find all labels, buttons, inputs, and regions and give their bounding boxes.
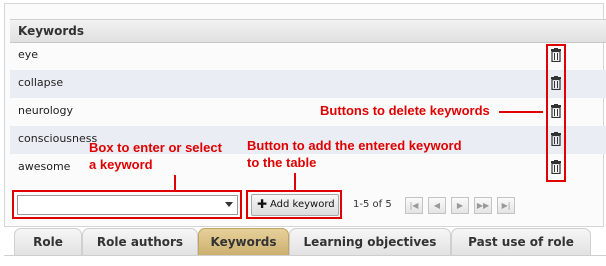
delete-buttons-highlight bbox=[546, 44, 566, 182]
keywords-table-header: Keywords bbox=[10, 19, 606, 43]
tab-baseline bbox=[4, 255, 606, 256]
plus-icon: ✚ bbox=[257, 197, 268, 211]
keywords-column-header: Keywords bbox=[18, 24, 85, 38]
tab-bar: Role Role authors Keywords Learning obje… bbox=[6, 228, 606, 256]
prev-page-icon[interactable]: ◀ bbox=[428, 197, 446, 214]
tab-learning-objectives[interactable]: Learning objectives bbox=[289, 228, 451, 256]
tab-role[interactable]: Role bbox=[14, 228, 82, 256]
keyword-cell: awesome bbox=[18, 160, 71, 173]
add-annotation-label-2: to the table bbox=[247, 155, 317, 170]
add-annotation-pointer bbox=[294, 173, 296, 190]
pager-info: 1-5 of 5 bbox=[353, 199, 392, 210]
keyword-cell: neurology bbox=[18, 104, 73, 117]
delete-annotation-pointer bbox=[499, 111, 543, 113]
tab-role-authors[interactable]: Role authors bbox=[82, 228, 198, 256]
add-keyword-label: Add keyword bbox=[270, 199, 335, 210]
box-annotation-label-1: Box to enter or select bbox=[89, 140, 222, 155]
keyword-cell: eye bbox=[18, 48, 39, 61]
delete-annotation-label: Buttons to delete keywords bbox=[320, 103, 490, 118]
box-annotation-pointer bbox=[174, 175, 176, 190]
next-page-icon[interactable]: ▶ bbox=[451, 197, 469, 214]
keyword-cell: consciousness bbox=[18, 132, 98, 145]
add-annotation-label-1: Button to add the entered keyword bbox=[247, 138, 462, 153]
end-page-icon[interactable]: ▶| bbox=[497, 197, 515, 214]
keyword-combobox[interactable] bbox=[17, 195, 238, 215]
keywords-panel: Keywords eye collapse neurology consciou… bbox=[0, 0, 606, 266]
add-keyword-button[interactable]: ✚ Add keyword bbox=[251, 194, 339, 216]
first-page-icon[interactable]: |◀ bbox=[405, 197, 423, 214]
tab-keywords[interactable]: Keywords bbox=[198, 228, 289, 256]
box-annotation-label-2: a keyword bbox=[89, 157, 153, 172]
last-page-icon[interactable]: ▶▶ bbox=[474, 197, 492, 214]
table-row: eye bbox=[10, 42, 606, 70]
tab-past-use-of-role[interactable]: Past use of role bbox=[451, 228, 591, 256]
chevron-down-icon[interactable] bbox=[225, 202, 233, 207]
keyword-cell: collapse bbox=[18, 76, 64, 89]
table-row: collapse bbox=[10, 70, 606, 98]
